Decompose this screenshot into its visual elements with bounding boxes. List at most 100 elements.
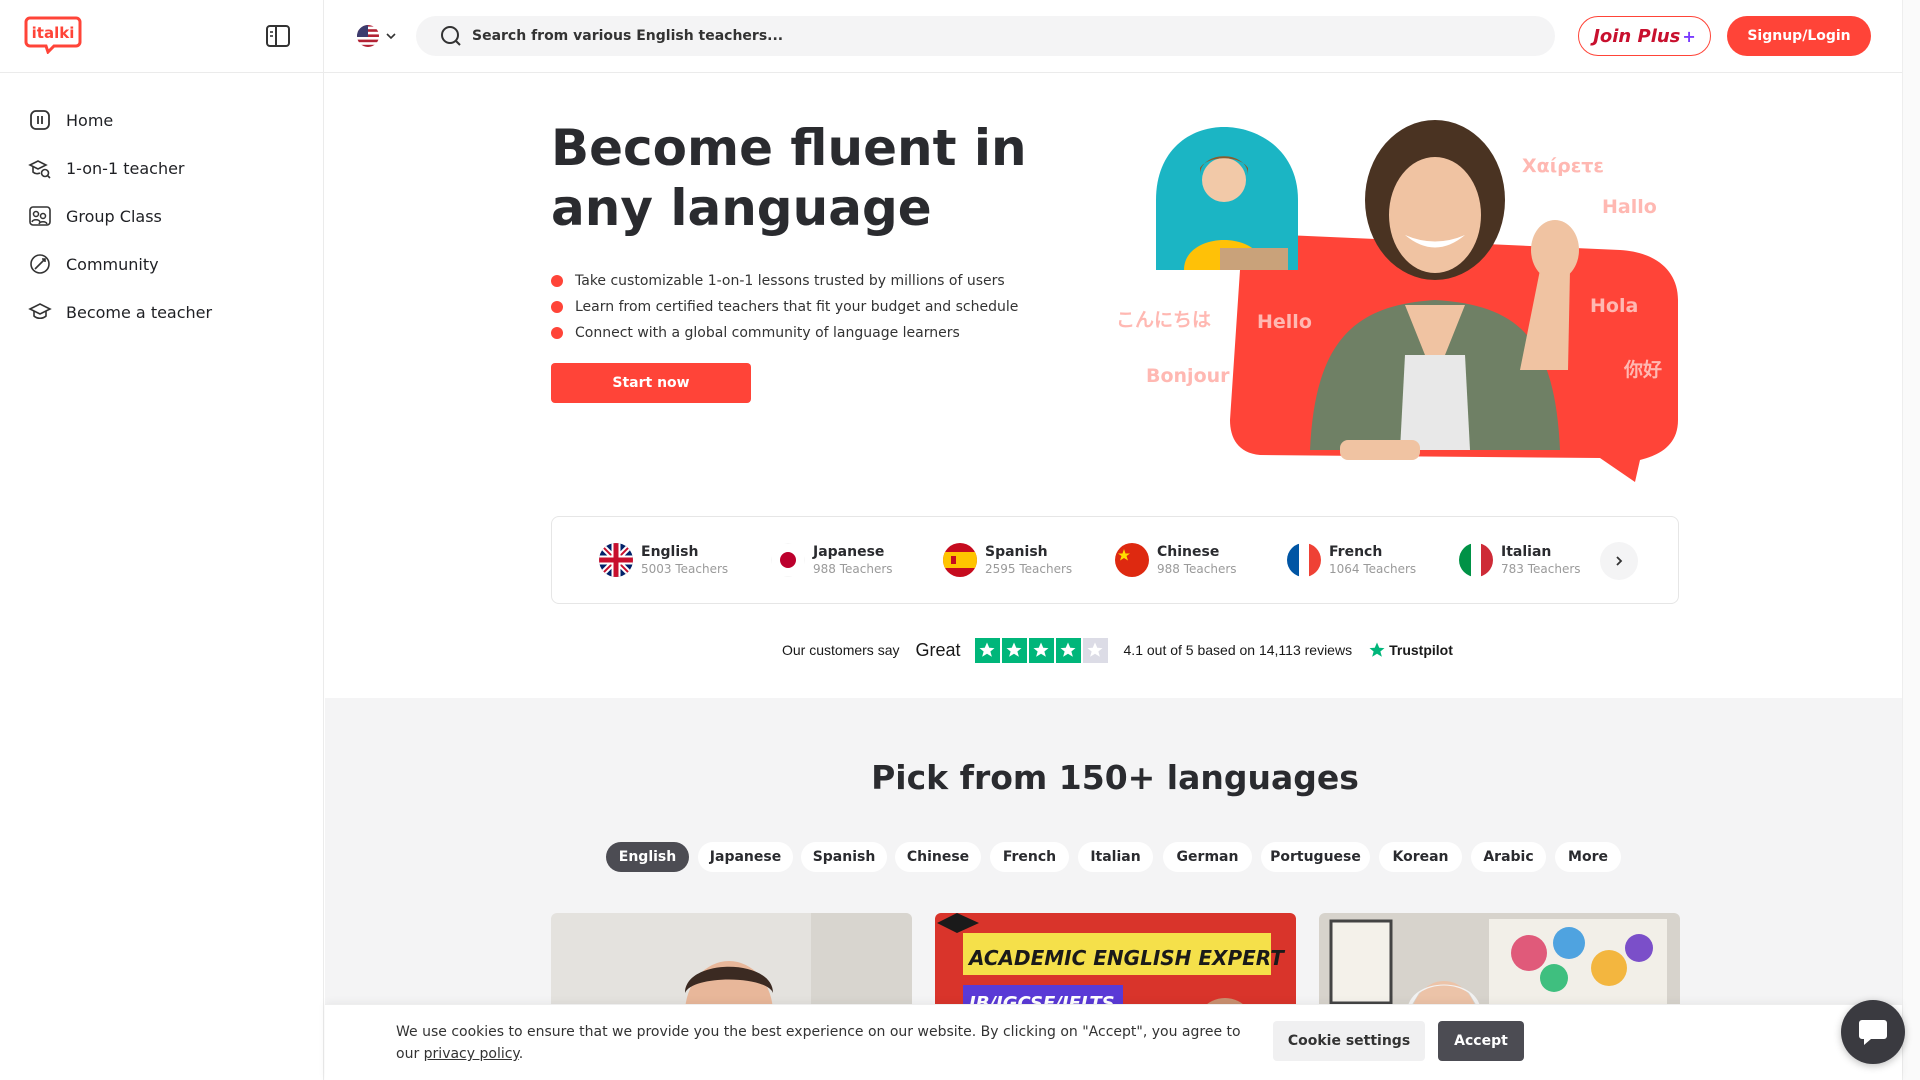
language-name: English: [641, 544, 699, 560]
language-chip-spanish[interactable]: Spanish: [801, 842, 887, 872]
trustpilot-widget[interactable]: Our customers say Great 4.1 out of 5 bas…: [782, 636, 1453, 664]
sidebar-item-label: Home: [66, 110, 114, 130]
star-icon: [974, 637, 1000, 663]
language-strip-next-button[interactable]: [1600, 542, 1638, 580]
pick-languages-title: Pick from 150+ languages: [871, 758, 1359, 797]
sidebar-item-become-a-teacher[interactable]: Become a teacher: [28, 297, 212, 327]
privacy-policy-link[interactable]: privacy policy: [424, 1046, 519, 1062]
cookie-settings-button[interactable]: Cookie settings: [1273, 1021, 1425, 1061]
france-flag-icon: [1287, 543, 1321, 577]
sidebar-item-label: Group Class: [66, 206, 162, 226]
sidebar-item-label: Become a teacher: [66, 302, 213, 322]
language-item-english[interactable]: English 5003 Teachers: [599, 543, 728, 577]
trustpilot-brand-label: Trustpilot: [1389, 642, 1453, 658]
community-icon: [30, 254, 50, 274]
sidebar-item-group-class[interactable]: Group Class: [28, 201, 162, 231]
language-chip-chinese[interactable]: Chinese: [895, 842, 981, 872]
language-chip-korean[interactable]: Korean: [1379, 842, 1462, 872]
chat-support-button[interactable]: [1841, 1000, 1905, 1064]
language-chip-french[interactable]: French: [990, 842, 1069, 872]
language-item-japanese[interactable]: Japanese 988 Teachers: [771, 543, 893, 577]
bullet-item: Take customizable 1-on-1 lessons trusted…: [551, 268, 1018, 294]
hero-art-svg: Χαίρετε Hallo こんにちは Hello Hola Bonjour 你…: [1116, 120, 1678, 482]
language-chip-portuguese[interactable]: Portuguese: [1261, 842, 1370, 872]
logo-cell: italki: [0, 0, 324, 73]
teacher-search-icon: [28, 160, 51, 179]
language-item-italian[interactable]: Italian 783 Teachers: [1459, 543, 1581, 577]
language-name: Italian: [1501, 544, 1552, 560]
signup-login-button[interactable]: Signup/Login: [1727, 16, 1871, 56]
star-icon: [1055, 637, 1081, 663]
home-icon: [30, 110, 50, 130]
language-chip-italian[interactable]: Italian: [1078, 842, 1153, 872]
language-teacher-count: 988 Teachers: [813, 562, 893, 576]
greeting-hello: Hello: [1257, 311, 1312, 333]
greeting-japanese: こんにちは: [1116, 309, 1211, 331]
language-name: French: [1329, 544, 1383, 560]
language-name: Japanese: [813, 544, 885, 560]
hero-bullets: Take customizable 1-on-1 lessons trusted…: [551, 268, 1018, 346]
trustpilot-brand: Trustpilot: [1368, 641, 1453, 659]
sidebar-toggle-icon[interactable]: [265, 24, 291, 48]
star-icon: [1001, 637, 1027, 663]
hero-title: Become fluent in any language: [551, 119, 1027, 237]
top-header: italki Join Plus+: [0, 0, 1902, 73]
trustpilot-customers-say: Our customers say: [782, 642, 900, 658]
hero-illustration: Χαίρετε Hallo こんにちは Hello Hola Bonjour 你…: [1100, 120, 1690, 490]
plus-icon: +: [1682, 26, 1696, 46]
logo-text: italki: [32, 24, 75, 42]
greeting-hallo: Hallo: [1602, 196, 1657, 218]
language-item-spanish[interactable]: Spanish 2595 Teachers: [943, 543, 1072, 577]
card-banner-text: ACADEMIC ENGLISH EXPERT: [967, 946, 1285, 970]
bullet-text: Take customizable 1-on-1 lessons trusted…: [575, 273, 1005, 289]
trustpilot-rating-word: Great: [915, 639, 961, 660]
language-chip-more[interactable]: More: [1555, 842, 1621, 872]
language-chip-arabic[interactable]: Arabic: [1471, 842, 1546, 872]
chevron-right-icon: [1616, 556, 1623, 566]
language-teacher-count: 783 Teachers: [1501, 562, 1581, 576]
spain-flag-icon: [943, 543, 977, 577]
star-icon: [1082, 637, 1108, 663]
sidebar: Home 1-on-1 teacher Group Class Communit…: [0, 73, 324, 1080]
italki-page: italki Join Plus+: [0, 0, 1920, 1080]
uk-flag-icon: [599, 543, 633, 577]
cookie-accept-label: Accept: [1454, 1033, 1508, 1049]
language-chip-japanese[interactable]: Japanese: [698, 842, 793, 872]
greeting-chinese: 你好: [1623, 358, 1662, 381]
sidebar-item-home[interactable]: Home: [28, 105, 113, 135]
greeting-bonjour: Bonjour: [1146, 365, 1230, 387]
trustpilot-score: 4.1 out of 5 based on 14,113 reviews: [1123, 642, 1353, 658]
cookie-text-suffix: .: [518, 1046, 524, 1062]
group-class-icon: [29, 206, 51, 226]
us-flag-icon: [357, 25, 379, 47]
search-input[interactable]: [472, 28, 1522, 44]
italy-flag-icon: [1459, 543, 1493, 577]
language-name: Chinese: [1157, 544, 1220, 560]
china-flag-icon: [1115, 543, 1149, 577]
cookie-banner: We use cookies to ensure that we provide…: [325, 1004, 1902, 1080]
start-now-label: Start now: [612, 375, 690, 391]
bullet-item: Connect with a global community of langu…: [551, 320, 1018, 346]
language-name: Spanish: [985, 544, 1048, 560]
language-item-chinese[interactable]: Chinese 988 Teachers: [1115, 543, 1237, 577]
cookie-settings-label: Cookie settings: [1287, 1033, 1411, 1049]
cookie-accept-button[interactable]: Accept: [1438, 1021, 1524, 1061]
star-icon: [1028, 637, 1054, 663]
site-language-selector[interactable]: [356, 20, 404, 52]
trustpilot-star-icon: [1369, 642, 1385, 657]
trustpilot-stars: [974, 637, 1108, 663]
join-plus-label: Join Plus: [1593, 25, 1681, 47]
join-plus-button[interactable]: Join Plus +: [1578, 16, 1711, 56]
language-chip-german[interactable]: German: [1163, 842, 1252, 872]
language-item-french[interactable]: French 1064 Teachers: [1287, 543, 1416, 577]
sidebar-item-label: Community: [66, 254, 159, 274]
page-scrollbar[interactable]: [1902, 0, 1920, 1080]
search-bar[interactable]: [416, 16, 1555, 56]
language-teacher-count: 988 Teachers: [1157, 562, 1237, 576]
language-chip-english[interactable]: English: [606, 842, 689, 872]
sidebar-item-community[interactable]: Community: [28, 249, 159, 279]
sidebar-item-1-on-1-teacher[interactable]: 1-on-1 teacher: [28, 153, 185, 183]
bullet-dot-icon: [551, 301, 563, 313]
start-now-button[interactable]: Start now: [551, 363, 751, 403]
italki-logo[interactable]: italki: [24, 16, 82, 58]
